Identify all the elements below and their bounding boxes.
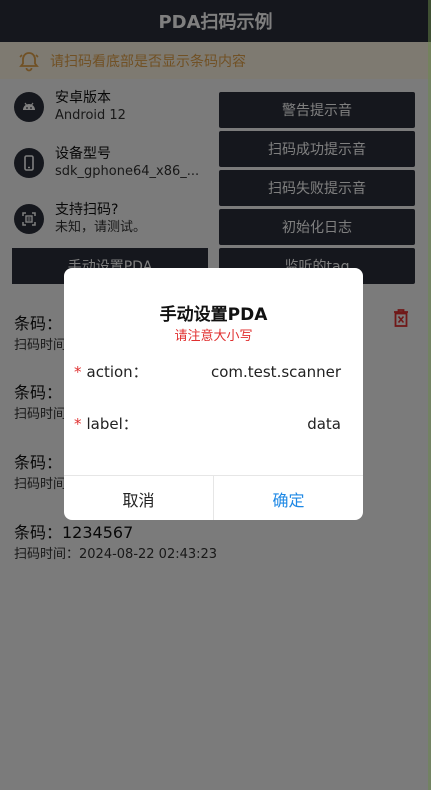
dialog-subtitle: 请注意大小写 [174,329,253,344]
cancel-button[interactable]: 取消 [64,476,214,520]
required-mark: * [74,414,82,433]
action-field[interactable]: * action： com.test.scanner [74,361,341,382]
action-input[interactable]: com.test.scanner [211,363,341,381]
label-input[interactable]: data [307,415,341,433]
dialog-footer: 取消 确定 [64,475,363,520]
field-label: action： [86,363,148,381]
dialog-title: 手动设置PDA [159,305,268,325]
confirm-button[interactable]: 确定 [214,476,363,520]
field-label: label： [86,415,138,433]
manual-pda-dialog: 手动设置PDA 请注意大小写 * action： com.test.scanne… [64,268,363,520]
required-mark: * [74,362,82,381]
label-field[interactable]: * label： data [74,413,341,434]
